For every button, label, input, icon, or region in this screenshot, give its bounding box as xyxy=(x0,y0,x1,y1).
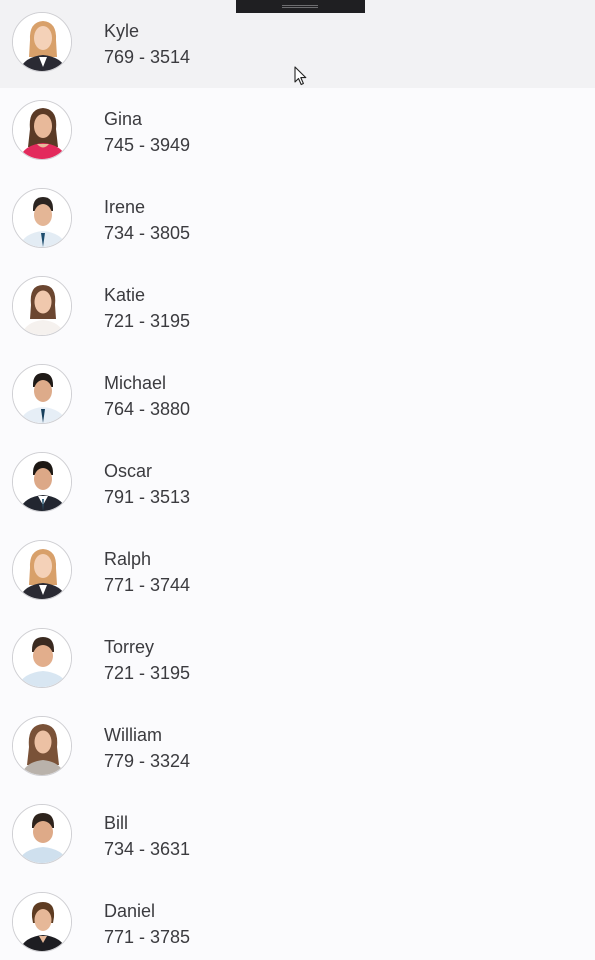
person-avatar-icon xyxy=(13,805,71,863)
contact-row[interactable]: Daniel 771 - 3785 xyxy=(0,880,595,960)
contact-row[interactable]: Katie 721 - 3195 xyxy=(0,264,595,352)
contact-list[interactable]: Kyle 769 - 3514 Gina 745 - 3949 Irene 73… xyxy=(0,0,595,960)
avatar xyxy=(12,804,72,864)
contact-name: Bill xyxy=(104,813,129,833)
contact-phone: 734 - 3631 xyxy=(104,839,191,859)
person-avatar-icon xyxy=(13,101,71,159)
contact-name: Gina xyxy=(104,109,143,129)
contact-row[interactable]: Ralph 771 - 3744 xyxy=(0,528,595,616)
contact-row[interactable]: Oscar 791 - 3513 xyxy=(0,440,595,528)
contact-name: Irene xyxy=(104,197,146,217)
person-avatar-icon xyxy=(13,277,71,335)
contact-phone: 791 - 3513 xyxy=(104,487,191,507)
avatar xyxy=(12,100,72,160)
contact-name: Torrey xyxy=(104,637,155,657)
person-avatar-icon xyxy=(13,13,71,71)
contact-row[interactable]: Michael 764 - 3880 xyxy=(0,352,595,440)
person-avatar-icon xyxy=(13,893,71,951)
mouse-pointer-icon xyxy=(294,66,308,91)
contact-row[interactable]: Torrey 721 - 3195 xyxy=(0,616,595,704)
grip-lines xyxy=(282,5,318,8)
avatar xyxy=(12,188,72,248)
contact-row[interactable]: William 779 - 3324 xyxy=(0,704,595,792)
contact-phone: 769 - 3514 xyxy=(104,47,191,67)
contact-list-screen: Kyle 769 - 3514 Gina 745 - 3949 Irene 73… xyxy=(0,0,595,960)
avatar xyxy=(12,892,72,952)
contact-name: Katie xyxy=(104,285,146,305)
contact-name: William xyxy=(104,725,162,745)
person-avatar-icon xyxy=(13,629,71,687)
contact-phone: 764 - 3880 xyxy=(104,399,191,419)
avatar xyxy=(12,716,72,776)
drag-handle-icon[interactable] xyxy=(236,0,365,13)
person-avatar-icon xyxy=(13,541,71,599)
contact-phone: 771 - 3785 xyxy=(104,927,191,947)
avatar xyxy=(12,276,72,336)
person-avatar-icon xyxy=(13,189,71,247)
contact-phone: 734 - 3805 xyxy=(104,223,191,243)
contact-phone: 721 - 3195 xyxy=(104,663,191,683)
avatar xyxy=(12,540,72,600)
contact-phone: 745 - 3949 xyxy=(104,135,191,155)
contact-row[interactable]: Bill 734 - 3631 xyxy=(0,792,595,880)
contact-row[interactable]: Irene 734 - 3805 xyxy=(0,176,595,264)
avatar xyxy=(12,364,72,424)
avatar xyxy=(12,628,72,688)
contact-name: Daniel xyxy=(104,901,156,921)
person-avatar-icon xyxy=(13,365,71,423)
contact-row[interactable]: Gina 745 - 3949 xyxy=(0,88,595,176)
person-avatar-icon xyxy=(13,453,71,511)
contact-name: Ralph xyxy=(104,549,152,569)
person-avatar-icon xyxy=(13,717,71,775)
contact-phone: 779 - 3324 xyxy=(104,751,191,771)
contact-name: Kyle xyxy=(104,21,140,41)
contact-name: Oscar xyxy=(104,461,153,481)
contact-phone: 771 - 3744 xyxy=(104,575,191,595)
avatar xyxy=(12,12,72,72)
contact-name: Michael xyxy=(104,373,167,393)
contact-phone: 721 - 3195 xyxy=(104,311,191,331)
avatar xyxy=(12,452,72,512)
